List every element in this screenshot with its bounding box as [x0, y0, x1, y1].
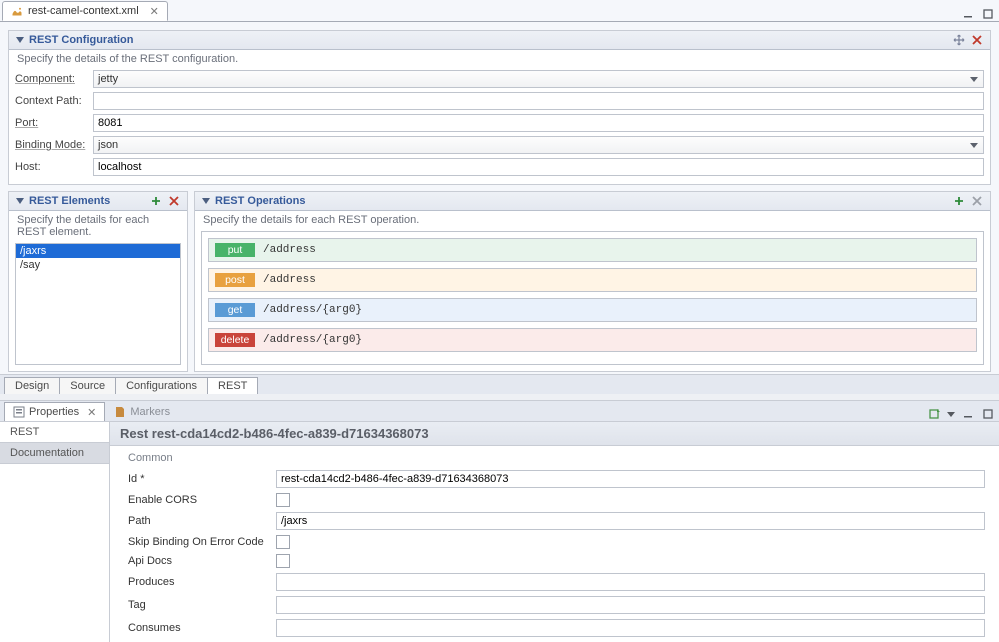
label-port: Port: — [15, 117, 87, 129]
minimize-editor-icon[interactable] — [961, 7, 975, 21]
label-produces: Produces — [128, 576, 268, 588]
operation-row[interactable]: post /address — [208, 268, 977, 292]
tag-input[interactable] — [276, 596, 985, 614]
section-header: REST Operations — [195, 192, 990, 211]
remove-element-icon[interactable] — [167, 194, 181, 208]
page-tab-design[interactable]: Design — [4, 377, 60, 394]
label-component: Component: — [15, 73, 87, 85]
editor-tab-dirty-icon: ✕ — [150, 5, 159, 18]
remove-operation-icon[interactable] — [970, 194, 984, 208]
add-element-icon[interactable] — [149, 194, 163, 208]
label-consumes: Consumes — [128, 622, 268, 634]
label-skip-binding: Skip Binding On Error Code — [128, 536, 268, 548]
list-item[interactable]: /say — [16, 258, 180, 272]
section-title: REST Operations — [215, 195, 305, 207]
twistie-down-icon[interactable] — [201, 196, 211, 206]
operation-path: /address — [263, 244, 316, 256]
properties-group-header: Common — [110, 446, 999, 468]
operation-path: /address — [263, 274, 316, 286]
method-badge: delete — [215, 333, 255, 347]
properties-left-tabs: REST Documentation — [0, 422, 110, 642]
method-badge: post — [215, 273, 255, 287]
label-host: Host: — [15, 161, 87, 173]
camel-file-icon — [11, 5, 23, 17]
page-tab-rest[interactable]: REST — [207, 377, 258, 394]
editor-tab-strip: rest-camel-context.xml ✕ — [0, 0, 999, 22]
section-subtitle: Specify the details for each REST elemen… — [9, 211, 187, 243]
section-subtitle: Specify the details for each REST operat… — [195, 211, 990, 231]
section-title: REST Elements — [29, 195, 110, 207]
operation-path: /address/{arg0} — [263, 304, 362, 316]
markers-icon — [114, 406, 126, 418]
view-menu-icon[interactable] — [947, 412, 955, 417]
page-tab-configurations[interactable]: Configurations — [115, 377, 208, 394]
editor-tab[interactable]: rest-camel-context.xml ✕ — [2, 1, 168, 21]
skip-binding-checkbox[interactable] — [276, 535, 290, 549]
context-path-input[interactable] — [93, 92, 984, 110]
path-input[interactable] — [276, 512, 985, 530]
maximize-view-icon[interactable] — [981, 407, 995, 421]
operation-row[interactable]: get /address/{arg0} — [208, 298, 977, 322]
section-title: REST Configuration — [29, 34, 134, 46]
operations-viewport[interactable]: put /address post /address get /address/… — [201, 231, 984, 365]
view-tab-label: Markers — [130, 406, 170, 418]
editor-page-tabs: Design Source Configurations REST — [0, 374, 999, 394]
view-tab-dirty-icon: ✕ — [87, 406, 96, 419]
section-header: REST Elements — [9, 192, 187, 211]
editor-body: REST Configuration Specify the details o… — [0, 22, 999, 374]
label-api-docs: Api Docs — [128, 555, 268, 567]
rest-elements-panel: REST Elements Specify the details for ea… — [8, 191, 188, 372]
view-tab-markers[interactable]: Markers — [105, 402, 179, 421]
properties-icon — [13, 406, 25, 418]
port-input[interactable] — [93, 114, 984, 132]
section-subtitle: Specify the details of the REST configur… — [9, 50, 990, 70]
list-item[interactable]: /jaxrs — [16, 244, 180, 258]
properties-tab-rest[interactable]: REST — [0, 422, 109, 443]
api-docs-checkbox[interactable] — [276, 554, 290, 568]
chevron-down-icon — [969, 140, 979, 150]
produces-input[interactable] — [276, 573, 985, 591]
views-tab-strip: Properties ✕ Markers — [0, 400, 999, 422]
component-select[interactable]: jetty — [93, 70, 984, 88]
properties-view: REST Documentation Rest rest-cda14cd2-b4… — [0, 422, 999, 642]
label-context-path: Context Path: — [15, 95, 87, 107]
label-binding-mode: Binding Mode: — [15, 139, 87, 151]
maximize-editor-icon[interactable] — [981, 7, 995, 21]
section-header: REST Configuration — [9, 31, 990, 50]
properties-title: Rest rest-cda14cd2-b486-4fec-a839-d71634… — [110, 422, 999, 446]
add-operation-icon[interactable] — [952, 194, 966, 208]
binding-mode-select[interactable]: json — [93, 136, 984, 154]
operation-row[interactable]: put /address — [208, 238, 977, 262]
method-badge: put — [215, 243, 255, 257]
host-input[interactable] — [93, 158, 984, 176]
editor-tab-label: rest-camel-context.xml — [28, 5, 139, 17]
twistie-down-icon[interactable] — [15, 196, 25, 206]
chevron-down-icon — [969, 74, 979, 84]
view-tab-label: Properties — [29, 406, 79, 418]
rest-operations-panel: REST Operations Specify the details for … — [194, 191, 991, 372]
operation-path: /address/{arg0} — [263, 334, 362, 346]
close-section-icon[interactable] — [970, 33, 984, 47]
rest-elements-list[interactable]: /jaxrs /say — [15, 243, 181, 365]
label-tag: Tag — [128, 599, 268, 611]
operation-row[interactable]: delete /address/{arg0} — [208, 328, 977, 352]
move-icon[interactable] — [952, 33, 966, 47]
label-id: Id * — [128, 473, 268, 485]
view-tab-properties[interactable]: Properties ✕ — [4, 402, 105, 421]
method-badge: get — [215, 303, 255, 317]
id-input[interactable] — [276, 470, 985, 488]
properties-tab-documentation[interactable]: Documentation — [0, 443, 109, 464]
rest-configuration-panel: REST Configuration Specify the details o… — [8, 30, 991, 185]
twistie-down-icon[interactable] — [15, 35, 25, 45]
new-view-icon[interactable] — [929, 408, 941, 420]
label-path: Path — [128, 515, 268, 527]
consumes-input[interactable] — [276, 619, 985, 637]
page-tab-source[interactable]: Source — [59, 377, 116, 394]
minimize-view-icon[interactable] — [961, 407, 975, 421]
enable-cors-checkbox[interactable] — [276, 493, 290, 507]
label-enable-cors: Enable CORS — [128, 494, 268, 506]
